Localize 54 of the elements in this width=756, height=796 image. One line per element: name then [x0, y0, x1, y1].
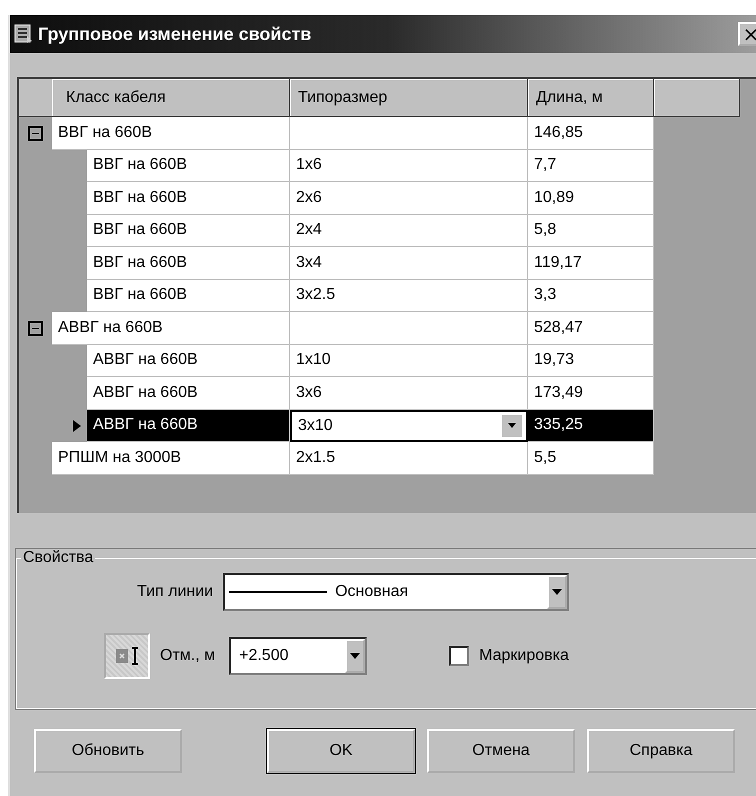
table-cell: ВВГ на 660В [87, 182, 290, 214]
list-icon [14, 24, 34, 44]
table-cell: 3x2.5 [290, 280, 528, 312]
elevation-dropdown[interactable]: +2.500 [229, 637, 368, 675]
table-cell: 7,7 [528, 150, 654, 182]
table-cell: 1x10 [290, 344, 528, 377]
marking-label: Маркировка [479, 647, 569, 665]
table-cell: 3x4 [290, 247, 528, 280]
table-cell: 5,5 [528, 442, 654, 474]
table-cell: 335,25 [528, 410, 654, 442]
table-cell: ВВГ на 660В [87, 247, 290, 280]
table-cell: 10,89 [528, 182, 654, 214]
elevation-icon [113, 644, 141, 668]
table-cell: 3,3 [528, 280, 654, 312]
line-type-dropdown[interactable]: Основная [223, 573, 570, 611]
elevation-label: Отм., м [160, 647, 216, 665]
marking-checkbox[interactable] [449, 646, 470, 666]
dropdown-arrow-icon [350, 653, 360, 659]
elevation-tool-button[interactable] [104, 633, 150, 679]
table-cell: 3x6 [290, 377, 528, 410]
column-header[interactable]: Длина, м [528, 79, 654, 117]
table-cell: ВВГ на 660В [52, 117, 290, 150]
table-cell: ВВГ на 660В [87, 280, 290, 312]
table-cell: 1x6 [290, 150, 528, 182]
collapse-toggle-icon[interactable] [28, 126, 43, 141]
table-cell: ВВГ на 660В [87, 214, 290, 247]
table-cell: АВВГ на 660В [52, 312, 290, 344]
column-header[interactable]: Типоразмер [290, 79, 528, 117]
table-cell: 2x1.5 [290, 442, 528, 474]
table-cell: АВВГ на 660В [87, 377, 290, 410]
dialog-button[interactable]: Обновить [34, 729, 182, 773]
table-cell: 2x6 [290, 182, 528, 214]
table-cell: ВВГ на 660В [87, 150, 290, 182]
dialog-button[interactable]: Отмена [427, 729, 575, 773]
table-cell: 173,49 [528, 377, 654, 410]
size-dropdown[interactable]: 3x10 [290, 410, 528, 442]
dialog-button[interactable]: OK [267, 729, 415, 773]
collapse-toggle-icon[interactable] [28, 320, 43, 336]
table-cell: 2x4 [290, 214, 528, 247]
dropdown-arrow-icon [508, 423, 516, 428]
table-cell: 19,73 [528, 344, 654, 377]
group-title: Свойства [22, 549, 94, 567]
table-cell: 119,17 [528, 247, 654, 280]
dropdown-arrow-icon [552, 589, 562, 595]
table-cell: 528,47 [528, 312, 654, 344]
table-cell: АВВГ на 660В [87, 344, 290, 377]
table-cell: АВВГ на 660В [87, 410, 290, 442]
dialog-button[interactable]: Справка [587, 729, 735, 773]
table-cell: РПШМ на 3000В [52, 442, 290, 474]
line-type-label: Тип линии [137, 583, 214, 601]
table-cell: 5,8 [528, 214, 654, 247]
column-header[interactable]: Класс кабеля [52, 79, 290, 117]
table-cell: 146,85 [528, 117, 654, 150]
window-title: Групповое изменение свойств [38, 24, 312, 44]
